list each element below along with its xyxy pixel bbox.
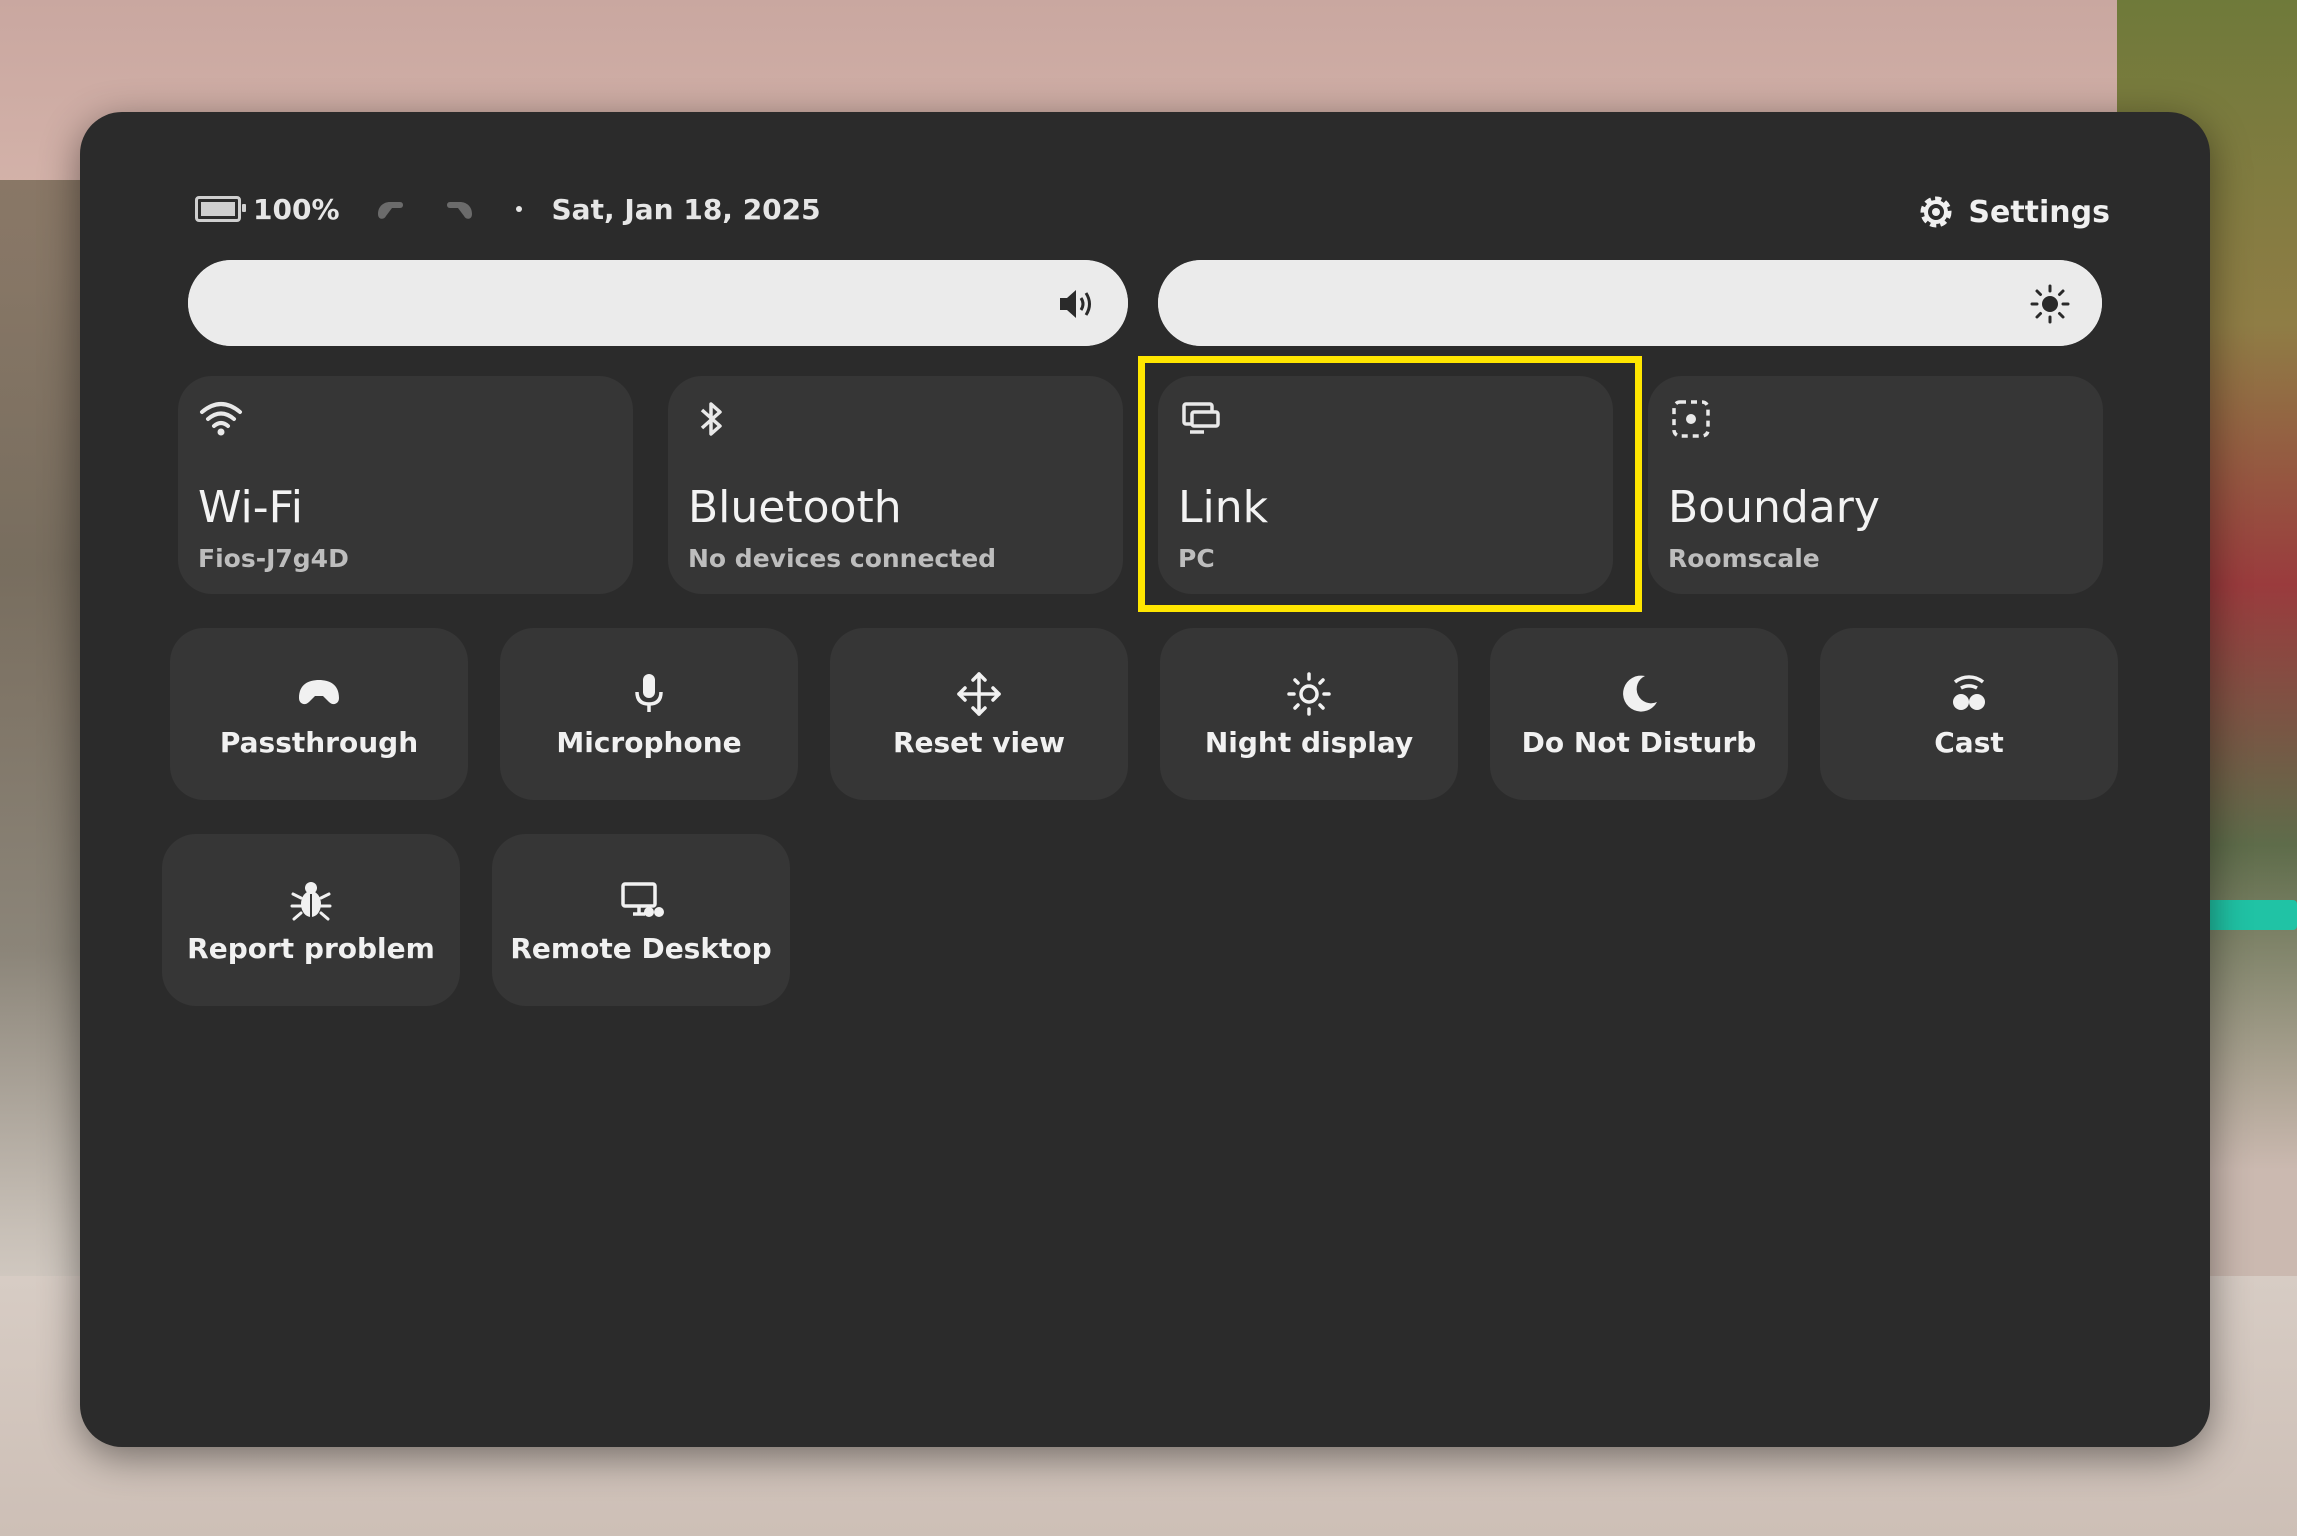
- sun-icon: [1287, 671, 1331, 716]
- status-bar: 100% Sat, Jan 18, 2025: [195, 184, 821, 234]
- brightness-slider[interactable]: [1158, 260, 2102, 346]
- bluetooth-title: Bluetooth: [688, 482, 902, 533]
- do-not-disturb-button[interactable]: Do Not Disturb: [1490, 628, 1788, 800]
- microphone-label: Microphone: [556, 725, 742, 759]
- right-controller-icon: [446, 202, 472, 219]
- brightness-icon: [2030, 284, 2070, 324]
- boundary-tile[interactable]: Boundary Roomscale: [1648, 376, 2103, 594]
- battery-percent: 100%: [253, 192, 340, 226]
- quick-settings-panel: 100% Sat, Jan 18, 2025 Settings Wi-Fi Fi…: [80, 112, 2210, 1447]
- report-problem-label: Report problem: [187, 931, 435, 965]
- passthrough-label: Passthrough: [219, 725, 419, 759]
- link-status: PC: [1178, 544, 1215, 573]
- volume-slider-fill: [188, 260, 1128, 346]
- left-controller-icon: [377, 202, 403, 219]
- date-label: Sat, Jan 18, 2025: [551, 192, 821, 226]
- settings-label: Settings: [1968, 194, 2110, 230]
- microphone-icon: [635, 673, 663, 712]
- background-teal-object: [2202, 900, 2297, 930]
- night-display-label: Night display: [1204, 725, 1414, 759]
- settings-button[interactable]: Settings: [1906, 184, 2120, 240]
- cast-label: Cast: [1934, 725, 2004, 759]
- wifi-icon: [200, 402, 242, 436]
- night-display-button[interactable]: Night display: [1160, 628, 1458, 800]
- remote-desktop-icon: [621, 881, 664, 917]
- bluetooth-tile[interactable]: Bluetooth No devices connected: [668, 376, 1123, 594]
- wifi-title: Wi-Fi: [198, 482, 303, 533]
- move-icon: [957, 671, 1001, 716]
- passthrough-button[interactable]: Passthrough: [170, 628, 468, 800]
- bluetooth-icon: [700, 402, 722, 436]
- link-title: Link: [1178, 482, 1269, 533]
- moon-icon: [1623, 675, 1657, 712]
- bug-icon: [290, 881, 332, 920]
- brightness-slider-fill: [1158, 260, 2102, 346]
- speaker-icon: [1060, 290, 1091, 318]
- bluetooth-status: No devices connected: [688, 544, 997, 573]
- volume-slider[interactable]: [188, 260, 1128, 346]
- separator-dot: [515, 206, 522, 212]
- reset-view-button[interactable]: Reset view: [830, 628, 1128, 800]
- cast-icon: [1953, 674, 1985, 710]
- boundary-title: Boundary: [1668, 482, 1880, 533]
- gear-icon: [1920, 196, 1952, 228]
- do-not-disturb-label: Do Not Disturb: [1521, 725, 1757, 759]
- wifi-network-name: Fios-J7g4D: [198, 544, 349, 573]
- remote-desktop-label: Remote Desktop: [510, 931, 772, 965]
- cast-button[interactable]: Cast: [1820, 628, 2118, 800]
- microphone-button[interactable]: Microphone: [500, 628, 798, 800]
- link-tile[interactable]: Link PC: [1158, 376, 1613, 594]
- passthrough-icon: [299, 679, 339, 704]
- boundary-mode: Roomscale: [1668, 544, 1820, 573]
- link-icon: [1182, 402, 1220, 434]
- boundary-icon: [1672, 400, 1710, 438]
- report-problem-button[interactable]: Report problem: [162, 834, 460, 1006]
- wifi-tile[interactable]: Wi-Fi Fios-J7g4D: [178, 376, 633, 594]
- reset-view-label: Reset view: [892, 725, 1066, 759]
- remote-desktop-button[interactable]: Remote Desktop: [492, 834, 790, 1006]
- battery-icon: [195, 196, 246, 222]
